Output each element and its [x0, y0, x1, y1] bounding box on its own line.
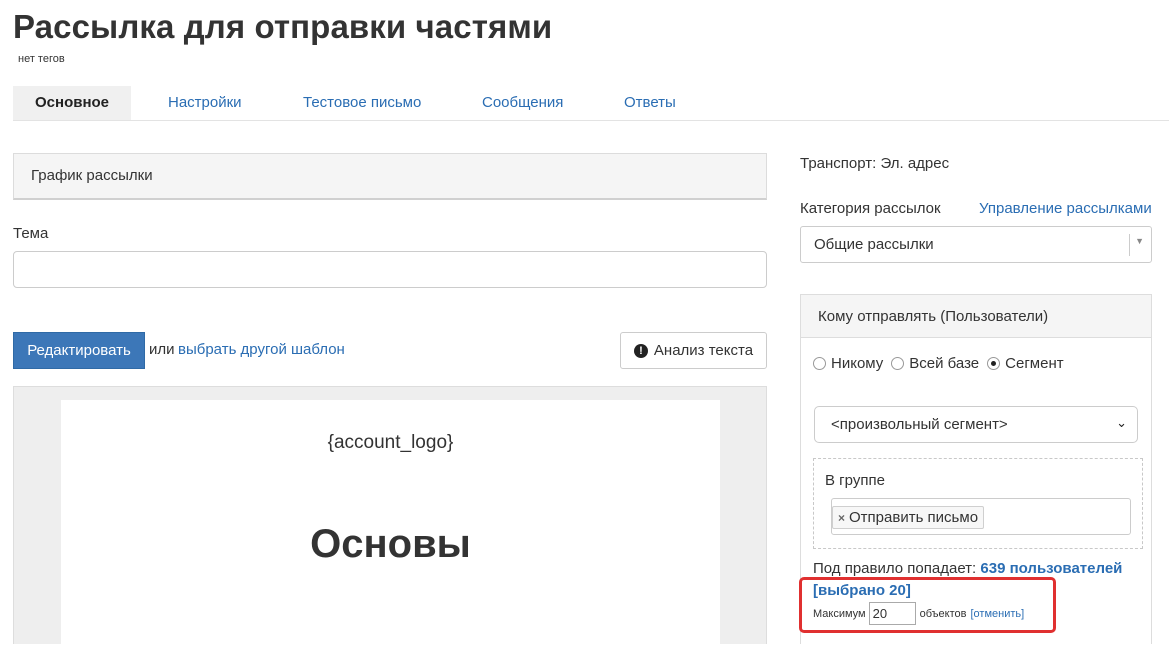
edit-button[interactable]: Редактировать — [13, 332, 145, 369]
tab-main[interactable]: Основное — [13, 86, 132, 120]
manage-mailings-link[interactable]: Управление рассылками — [979, 200, 1152, 217]
group-tag-chip: × Отправить письмо — [832, 506, 985, 529]
chevron-down-icon: ⌄ — [1116, 415, 1127, 430]
email-preview-sheet[interactable]: {account_logo} Основы — [61, 400, 720, 645]
rule-prefix: Под правило попадает: — [813, 560, 977, 577]
page-title: Рассылка для отправки частями — [13, 8, 553, 45]
tab-settings[interactable]: Настройки — [146, 86, 264, 120]
tab-replies[interactable]: Ответы — [602, 86, 698, 120]
segment-select-value: <произвольный сегмент> — [831, 416, 1008, 433]
category-label: Категория рассылок — [800, 200, 941, 217]
group-label: В группе — [825, 472, 885, 489]
select-divider — [1129, 234, 1130, 256]
recipients-radio-group: Никому Всей базе Сегмент — [813, 355, 1072, 372]
group-tag-label: Отправить письмо — [849, 509, 979, 526]
email-heading: Основы — [310, 522, 471, 566]
remove-tag-icon[interactable]: × — [838, 511, 845, 525]
subject-label: Тема — [13, 225, 49, 242]
radio-whole-base[interactable]: Всей базе — [891, 355, 979, 372]
recipients-header: Кому отправлять (Пользователи) — [801, 295, 1151, 338]
radio-segment[interactable]: Сегмент — [987, 355, 1064, 372]
radio-label: Сегмент — [1005, 355, 1064, 372]
category-select-value: Общие рассылки — [814, 236, 934, 253]
exclamation-circle-icon: ! — [633, 343, 648, 358]
segment-select[interactable]: <произвольный сегмент> ⌄ — [814, 406, 1138, 443]
analyze-text-label: Анализ текста — [653, 342, 754, 359]
tab-messages[interactable]: Сообщения — [460, 86, 585, 120]
analyze-text-button[interactable]: ! Анализ текста — [620, 332, 767, 369]
choose-template-link[interactable]: выбрать другой шаблон — [178, 341, 345, 358]
highlight-box — [799, 577, 1056, 633]
radio-label: Всей базе — [909, 355, 980, 372]
tab-test-email[interactable]: Тестовое письмо — [281, 86, 443, 120]
radio-button[interactable] — [891, 357, 905, 370]
logo-placeholder: {account_logo} — [327, 432, 454, 453]
rule-count-line: Под правило попадает: 639 пользователей — [813, 560, 1122, 577]
group-rule-box: В группе × Отправить письмо — [813, 458, 1143, 549]
transport-label: Транспорт: Эл. адрес — [800, 155, 950, 172]
email-preview: {account_logo} Основы — [13, 386, 767, 645]
rule-count-link[interactable]: 639 пользователей — [980, 560, 1122, 577]
radio-label: Никому — [831, 355, 884, 372]
radio-button-checked[interactable] — [987, 357, 1001, 370]
tab-bar: Основное Настройки Тестовое письмо Сообщ… — [13, 86, 1169, 121]
subject-input[interactable] — [13, 251, 767, 288]
group-tag-input[interactable]: × Отправить письмо — [831, 498, 1131, 535]
schedule-panel[interactable]: График рассылки — [13, 153, 767, 200]
caret-down-icon: ▼ — [1135, 236, 1144, 246]
category-select[interactable]: Общие рассылки ▼ — [800, 226, 1152, 263]
or-text: или — [149, 341, 175, 358]
recipients-title: Кому отправлять (Пользователи) — [818, 308, 1049, 325]
radio-button[interactable] — [813, 357, 826, 370]
tags-line: нет тегов — [18, 53, 65, 65]
schedule-title: График рассылки — [31, 167, 153, 184]
radio-nobody[interactable]: Никому — [813, 355, 883, 372]
